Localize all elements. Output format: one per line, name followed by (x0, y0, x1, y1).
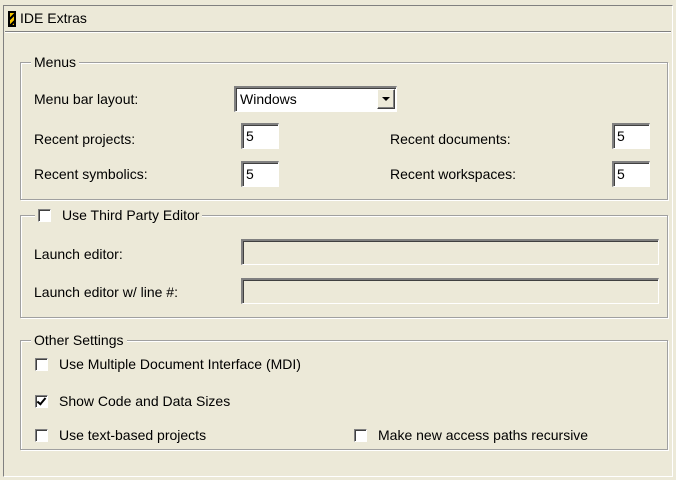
use-mdi-checkbox[interactable] (35, 357, 48, 371)
recent-symbolics-input[interactable]: 5 (241, 161, 279, 187)
recent-projects-label: Recent projects: (34, 131, 136, 147)
recent-symbolics-label: Recent symbolics: (34, 166, 148, 182)
other-settings-legend: Other Settings (31, 331, 127, 349)
use-third-party-editor-label: Use Third Party Editor (62, 207, 200, 223)
third-party-editor-legend: Use Third Party Editor (35, 206, 203, 224)
use-mdi-label: Use Multiple Document Interface (MDI) (59, 356, 301, 372)
menu-bar-layout-value: Windows (240, 91, 297, 107)
show-sizes-label: Show Code and Data Sizes (59, 393, 231, 409)
text-projects-label: Use text-based projects (59, 427, 207, 443)
menus-legend: Menus (31, 53, 80, 71)
use-mdi-option[interactable]: Use Multiple Document Interface (MDI) (35, 356, 301, 372)
recursive-paths-checkbox[interactable] (354, 428, 367, 442)
show-sizes-checkbox[interactable] (35, 394, 48, 408)
launch-editor-input[interactable] (241, 239, 659, 265)
menu-bar-layout-label: Menu bar layout: (34, 91, 139, 107)
use-third-party-editor-checkbox[interactable] (38, 208, 51, 222)
panel-icon (8, 11, 16, 27)
launch-editor-label: Launch editor: (34, 246, 123, 262)
recursive-paths-label: Make new access paths recursive (378, 427, 589, 443)
launch-editor-line-label: Launch editor w/ line #: (34, 284, 178, 300)
recent-workspaces-label: Recent workspaces: (390, 166, 517, 182)
menu-bar-layout-select[interactable]: Windows (234, 86, 397, 112)
recent-documents-label: Recent documents: (390, 131, 511, 147)
chevron-down-icon[interactable] (377, 89, 395, 109)
recursive-paths-option[interactable]: Make new access paths recursive (354, 427, 588, 443)
recent-projects-input[interactable]: 5 (241, 123, 279, 149)
recent-workspaces-input[interactable]: 5 (612, 161, 650, 187)
panel-title: IDE Extras (20, 10, 87, 26)
show-sizes-option[interactable]: Show Code and Data Sizes (35, 393, 230, 409)
panel-header: IDE Extras (5, 7, 671, 32)
launch-editor-line-input[interactable] (241, 278, 659, 304)
text-projects-option[interactable]: Use text-based projects (35, 427, 206, 443)
text-projects-checkbox[interactable] (35, 428, 48, 442)
recent-documents-input[interactable]: 5 (612, 123, 650, 149)
